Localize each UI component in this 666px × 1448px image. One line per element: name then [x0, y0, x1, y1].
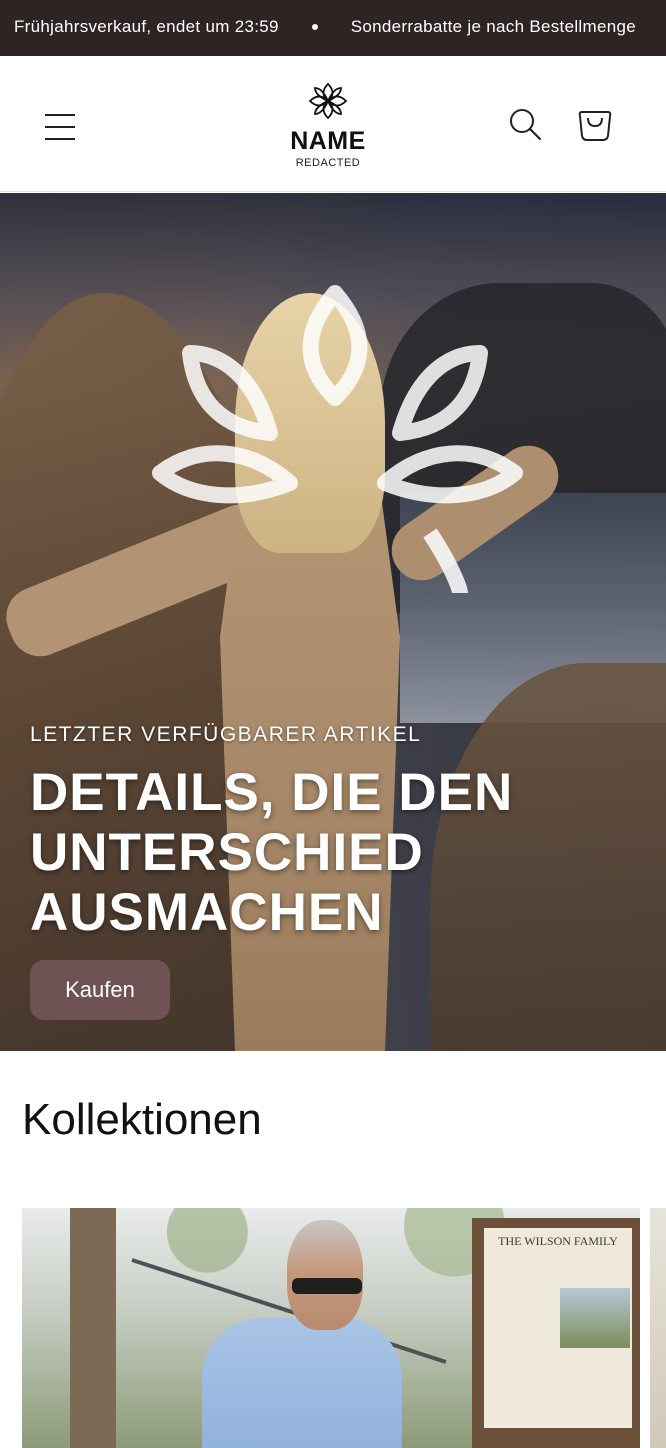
menu-button[interactable] [40, 104, 80, 144]
menu-icon-line [45, 126, 75, 128]
announcement-track: Frühjahrsverkauf, endet um 23:59 Sonderr… [14, 17, 636, 37]
hero-heading: DETAILS, DIE DEN UNTERSCHIED AUSMACHEN [30, 763, 514, 942]
lotus-logo-icon [308, 82, 348, 120]
collection-card-next[interactable] [646, 1208, 666, 1448]
search-icon [510, 109, 542, 141]
collection-image-sign-text: THE WILSON FAMILY [498, 1234, 618, 1248]
collection-image-person-head [287, 1220, 363, 1330]
collection-image-sunglasses [292, 1278, 362, 1294]
collection-card[interactable]: THE WILSON FAMILY [22, 1208, 640, 1448]
hero-eyebrow: LETZTER VERFÜGBARER ARTIKEL [30, 723, 422, 746]
collection-image-post [70, 1208, 116, 1448]
collections-heading: Kollektionen [22, 1095, 262, 1144]
hero-content: LETZTER VERFÜGBARER ARTIKEL DETAILS, DIE… [30, 723, 650, 1020]
announcement-item-1: Frühjahrsverkauf, endet um 23:59 [14, 17, 279, 36]
separator-dot-icon [311, 24, 318, 30]
cart-icon [578, 111, 612, 141]
lotus-watermark-icon [152, 285, 523, 595]
hero-banner: LETZTER VERFÜGBARER ARTIKEL DETAILS, DIE… [0, 193, 666, 1051]
shop-now-button[interactable]: Kaufen [30, 960, 170, 1020]
menu-icon [45, 114, 75, 116]
brand-logo[interactable]: NAME REDACTED [268, 82, 388, 172]
site-header: NAME REDACTED [0, 56, 666, 192]
collection-image-sign-photo [560, 1288, 630, 1348]
announcement-bar: Frühjahrsverkauf, endet um 23:59 Sonderr… [0, 0, 666, 56]
announcement-item-2: Sonderrabatte je nach Bestellmenge [350, 17, 636, 36]
menu-icon-line [45, 138, 75, 140]
search-button[interactable] [505, 104, 545, 144]
collection-image-person-shirt [202, 1318, 402, 1448]
brand-subtitle: REDACTED [295, 157, 361, 169]
cart-button[interactable] [574, 102, 616, 144]
brand-name: NAME [290, 127, 366, 155]
